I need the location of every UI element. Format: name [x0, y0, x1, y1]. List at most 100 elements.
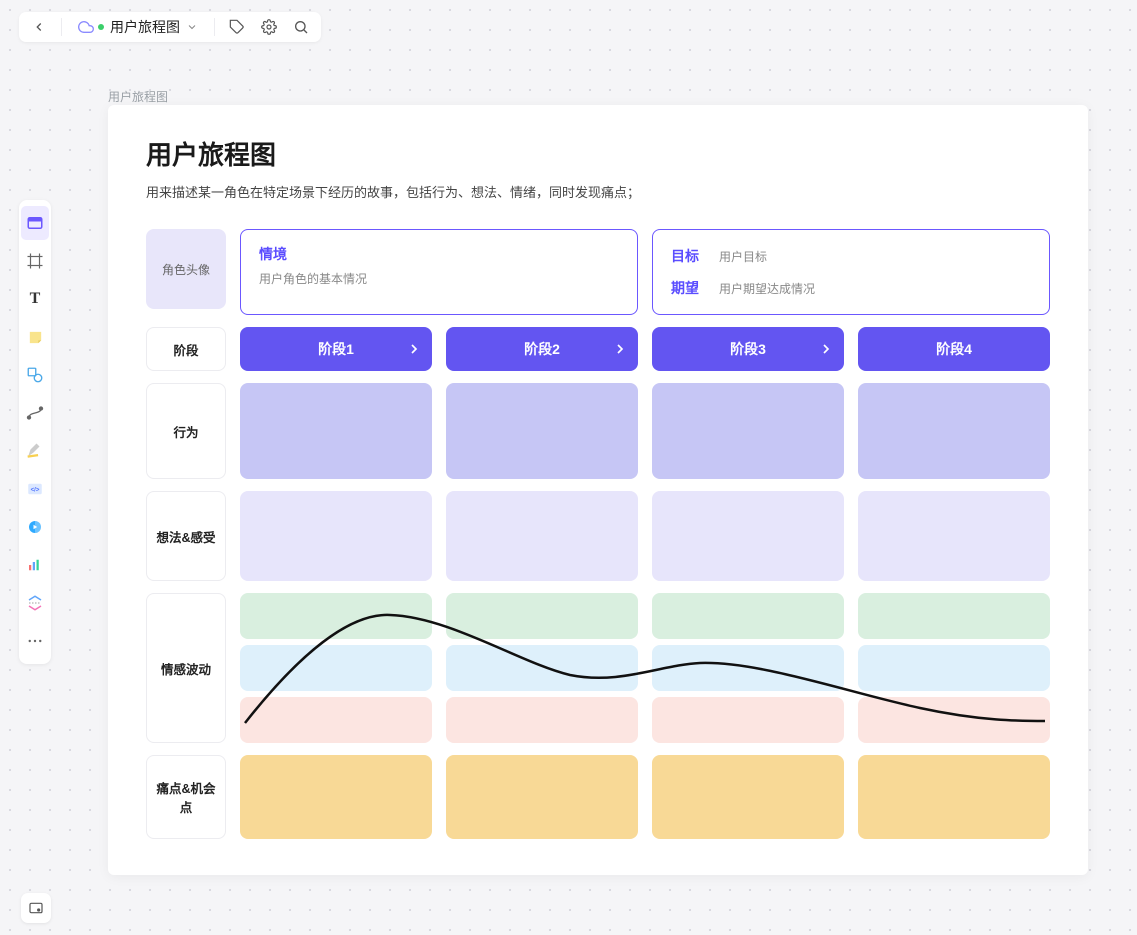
tool-more[interactable]	[21, 624, 49, 658]
stage-1-label: 阶段1	[318, 339, 354, 359]
tag-icon	[229, 19, 245, 35]
journey-map-canvas[interactable]: 用户旅程图 用来描述某一角色在特定场景下经历的故事，包括行为、想法、情绪，同时发…	[108, 105, 1088, 875]
row-label-emotion: 情感波动	[146, 593, 226, 743]
behavior-cell-1[interactable]	[240, 383, 432, 479]
stage-3[interactable]: 阶段3	[652, 327, 844, 371]
emotion-positive-3[interactable]	[652, 593, 844, 639]
card-icon	[26, 214, 44, 232]
persona-header-row: 角色头像 情境 用户角色的基本情况 目标 用户目标 期望 用户期望达成情况	[146, 229, 1050, 315]
row-label-behavior: 行为	[146, 383, 226, 479]
chart-icon	[26, 556, 44, 574]
top-toolbar: 用户旅程图	[19, 12, 321, 42]
gear-icon	[261, 19, 277, 35]
chevron-right-icon	[612, 341, 628, 357]
tool-chart[interactable]	[21, 548, 49, 582]
row-label-thought: 想法&感受	[146, 491, 226, 581]
breadcrumb[interactable]: 用户旅程图	[108, 88, 168, 105]
row-label-stage: 阶段	[146, 327, 226, 371]
connector-icon	[26, 404, 44, 422]
search-button[interactable]	[287, 13, 315, 41]
svg-text:</>: </>	[31, 487, 40, 493]
emotion-neutral-2[interactable]	[446, 645, 638, 691]
avatar-label: 角色头像	[162, 261, 210, 278]
divider	[61, 18, 62, 36]
sticky-note-icon	[27, 329, 44, 346]
emotion-positive-4[interactable]	[858, 593, 1050, 639]
row-label-pain: 痛点&机会点	[146, 755, 226, 839]
tag-button[interactable]	[223, 13, 251, 41]
thought-row: 想法&感受	[146, 491, 1050, 581]
more-icon	[26, 632, 44, 650]
back-button[interactable]	[25, 13, 53, 41]
code-icon: </>	[26, 480, 44, 498]
minimap-button[interactable]	[21, 893, 51, 923]
tool-collapse[interactable]	[21, 586, 49, 620]
doc-title: 用户旅程图	[110, 17, 180, 37]
divider	[214, 18, 215, 36]
emotion-negative-3[interactable]	[652, 697, 844, 743]
pain-row: 痛点&机会点	[146, 755, 1050, 839]
page-subtitle: 用来描述某一角色在特定场景下经历的故事，包括行为、想法、情绪，同时发现痛点；	[146, 182, 1050, 201]
thought-cell-2[interactable]	[446, 491, 638, 581]
stage-2-label: 阶段2	[524, 339, 560, 359]
thought-cell-1[interactable]	[240, 491, 432, 581]
cloud-icon	[78, 19, 94, 35]
tool-card[interactable]	[21, 206, 49, 240]
stage-4-label: 阶段4	[936, 339, 972, 359]
goal-box[interactable]: 目标 用户目标 期望 用户期望达成情况	[652, 229, 1050, 315]
settings-button[interactable]	[255, 13, 283, 41]
stage-2[interactable]: 阶段2	[446, 327, 638, 371]
pen-icon	[26, 442, 44, 460]
behavior-cell-3[interactable]	[652, 383, 844, 479]
tool-text[interactable]: T	[21, 282, 49, 316]
context-desc: 用户角色的基本情况	[259, 270, 619, 287]
expect-label: 期望	[671, 278, 707, 298]
tool-disc[interactable]	[21, 510, 49, 544]
emotion-neutral-3[interactable]	[652, 645, 844, 691]
sync-status-dot	[98, 24, 104, 30]
pain-cell-1[interactable]	[240, 755, 432, 839]
stage-3-label: 阶段3	[730, 339, 766, 359]
chevron-right-icon	[818, 341, 834, 357]
expect-desc: 用户期望达成情况	[719, 280, 815, 297]
side-toolbar: T </>	[19, 200, 51, 664]
pain-cell-3[interactable]	[652, 755, 844, 839]
tool-connector[interactable]	[21, 396, 49, 430]
emotion-neutral-4[interactable]	[858, 645, 1050, 691]
doc-title-dropdown[interactable]: 用户旅程图	[70, 17, 206, 37]
behavior-cell-2[interactable]	[446, 383, 638, 479]
page-title: 用户旅程图	[146, 135, 1050, 172]
context-box[interactable]: 情境 用户角色的基本情况	[240, 229, 638, 315]
disc-icon	[26, 518, 44, 536]
minimap-icon	[28, 900, 44, 916]
tool-shape[interactable]	[21, 358, 49, 392]
behavior-cell-4[interactable]	[858, 383, 1050, 479]
behavior-row: 行为	[146, 383, 1050, 479]
collapse-icon	[26, 594, 44, 612]
text-icon: T	[30, 290, 41, 308]
goal-desc: 用户目标	[719, 248, 767, 265]
emotion-positive-1[interactable]	[240, 593, 432, 639]
shape-icon	[26, 366, 44, 384]
emotion-positive-2[interactable]	[446, 593, 638, 639]
emotion-neutral-1[interactable]	[240, 645, 432, 691]
chevron-down-icon	[186, 21, 198, 33]
pain-cell-2[interactable]	[446, 755, 638, 839]
emotion-negative-2[interactable]	[446, 697, 638, 743]
emotion-negative-1[interactable]	[240, 697, 432, 743]
tool-code[interactable]: </>	[21, 472, 49, 506]
goal-label: 目标	[671, 246, 707, 266]
emotion-negative-4[interactable]	[858, 697, 1050, 743]
stage-4[interactable]: 阶段4	[858, 327, 1050, 371]
stage-1[interactable]: 阶段1	[240, 327, 432, 371]
tool-frame[interactable]	[21, 244, 49, 278]
tool-pen[interactable]	[21, 434, 49, 468]
tool-sticky[interactable]	[21, 320, 49, 354]
pain-cell-4[interactable]	[858, 755, 1050, 839]
search-icon	[293, 19, 309, 35]
frame-icon	[26, 252, 44, 270]
emotion-row: 情感波动	[146, 593, 1050, 743]
thought-cell-4[interactable]	[858, 491, 1050, 581]
thought-cell-3[interactable]	[652, 491, 844, 581]
persona-avatar-box[interactable]: 角色头像	[146, 229, 226, 309]
